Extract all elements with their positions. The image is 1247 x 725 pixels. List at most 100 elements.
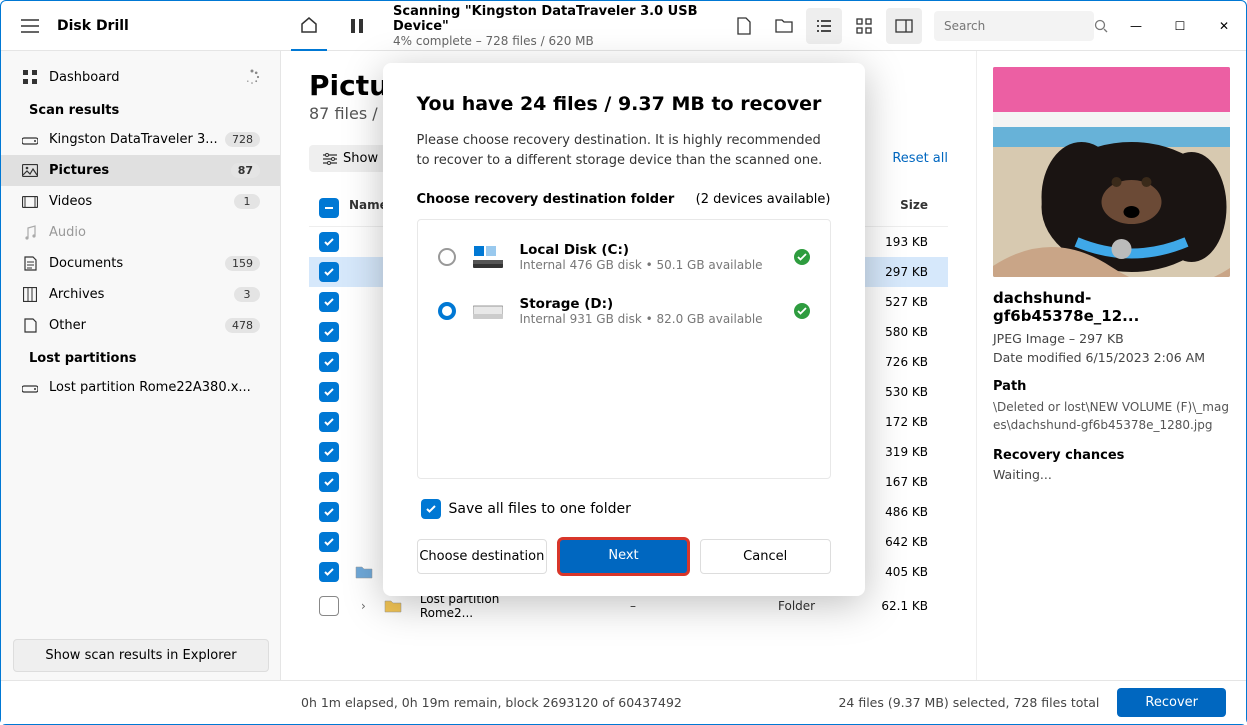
device-sub: Internal 931 GB disk • 82.0 GB available	[520, 312, 778, 326]
row-checkbox[interactable]	[319, 232, 339, 252]
row-checkbox[interactable]	[319, 292, 339, 312]
archives-badge: 3	[234, 287, 260, 302]
radio-selected[interactable]	[438, 302, 456, 320]
device-label: Kingston DataTraveler 3...	[49, 132, 218, 147]
preview-chances-head: Recovery chances	[993, 448, 1230, 463]
audio-label: Audio	[49, 225, 86, 240]
preview-path: \Deleted or lost\NEW VOLUME (F)\_mages\d…	[993, 398, 1230, 434]
app-name: Disk Drill	[57, 18, 129, 34]
status-right: 24 files (9.37 MB) selected, 728 files t…	[838, 695, 1099, 710]
recover-button[interactable]: Recover	[1117, 688, 1226, 717]
device-name: Local Disk (C:)	[520, 242, 778, 258]
sidebar-item-archives[interactable]: Archives 3	[1, 279, 280, 310]
pause-button[interactable]	[339, 8, 375, 44]
search-box[interactable]	[934, 11, 1094, 41]
home-button[interactable]	[291, 1, 327, 51]
row-checkbox[interactable]	[319, 382, 339, 402]
row-size: 726 KB	[858, 355, 948, 369]
row-size: 193 KB	[858, 235, 948, 249]
dashboard-label: Dashboard	[49, 70, 120, 85]
pictures-badge: 87	[231, 163, 260, 178]
videos-label: Videos	[49, 194, 92, 209]
device-row-d[interactable]: Storage (D:) Internal 931 GB disk • 82.0…	[418, 284, 830, 338]
row-size: 297 KB	[858, 265, 948, 279]
sidebar-item-documents[interactable]: Documents 159	[1, 248, 280, 279]
save-all-checkbox[interactable]	[421, 499, 441, 519]
search-input[interactable]	[944, 19, 1094, 33]
video-icon	[21, 196, 39, 208]
select-all-checkbox[interactable]	[319, 198, 339, 218]
documents-label: Documents	[49, 256, 123, 271]
preview-pane: dachshund-gf6b45378e_12... JPEG Image – …	[976, 51, 1246, 680]
row-checkbox[interactable]	[319, 502, 339, 522]
row-checkbox[interactable]	[319, 472, 339, 492]
row-checkbox[interactable]	[319, 262, 339, 282]
cancel-button[interactable]: Cancel	[700, 539, 831, 574]
lost-partition-label: Lost partition Rome22A380.x...	[49, 380, 251, 395]
archives-label: Archives	[49, 287, 104, 302]
preview-type: JPEG Image – 297 KB	[993, 331, 1230, 346]
sidebar: Dashboard Scan results Kingston DataTrav…	[1, 51, 281, 680]
close-button[interactable]: ✕	[1202, 11, 1246, 41]
disk-icon	[472, 245, 504, 269]
sidebar-item-pictures[interactable]: Pictures 87	[1, 155, 280, 186]
other-icon	[21, 318, 39, 333]
hamburger-icon[interactable]	[21, 19, 39, 33]
row-size: 167 KB	[858, 475, 948, 489]
preview-chances: Waiting...	[993, 467, 1230, 482]
row-size: 405 KB	[858, 565, 948, 579]
minimize-button[interactable]: —	[1114, 11, 1158, 41]
show-in-explorer-button[interactable]: Show scan results in Explorer	[13, 639, 269, 672]
folder-icon	[384, 599, 402, 613]
row-size: 172 KB	[858, 415, 948, 429]
save-all-label: Save all files to one folder	[449, 501, 631, 517]
row-checkbox[interactable]	[319, 412, 339, 432]
device-row-c[interactable]: Local Disk (C:) Internal 476 GB disk • 5…	[418, 230, 830, 284]
device-name: Storage (D:)	[520, 296, 778, 312]
folder-icon	[355, 565, 373, 579]
scan-subtitle: 4% complete – 728 files / 620 MB	[393, 34, 714, 48]
folder-icon[interactable]	[766, 8, 802, 44]
device-badge: 728	[225, 132, 260, 147]
row-size: 642 KB	[858, 535, 948, 549]
sidebar-item-device[interactable]: Kingston DataTraveler 3... 728	[1, 124, 280, 155]
row-checkbox[interactable]	[319, 596, 339, 616]
sidebar-item-videos[interactable]: Videos 1	[1, 186, 280, 217]
grid-icon	[21, 70, 39, 84]
col-size[interactable]: Size	[858, 198, 948, 218]
spinner-icon	[244, 69, 260, 85]
sidebar-item-dashboard[interactable]: Dashboard	[1, 61, 280, 93]
status-left: 0h 1m elapsed, 0h 19m remain, block 2693…	[301, 695, 682, 710]
other-label: Other	[49, 318, 86, 333]
radio-unselected[interactable]	[438, 248, 456, 266]
reset-all-link[interactable]: Reset all	[892, 151, 948, 166]
sidebar-item-other[interactable]: Other 478	[1, 310, 280, 341]
other-badge: 478	[225, 318, 260, 333]
check-icon	[794, 249, 810, 265]
row-checkbox[interactable]	[319, 322, 339, 342]
row-size: 527 KB	[858, 295, 948, 309]
row-size: 486 KB	[858, 505, 948, 519]
sidebar-section-scan: Scan results	[1, 93, 280, 124]
chevron-right-icon[interactable]: ›	[361, 599, 366, 613]
list-view-icon[interactable]	[806, 8, 842, 44]
row-checkbox[interactable]	[319, 532, 339, 552]
preview-path-head: Path	[993, 379, 1230, 394]
disk-icon	[472, 299, 504, 323]
maximize-button[interactable]: ☐	[1158, 11, 1202, 41]
videos-badge: 1	[234, 194, 260, 209]
sidebar-item-lost-partition[interactable]: Lost partition Rome22A380.x...	[1, 372, 280, 403]
row-checkbox[interactable]	[319, 562, 339, 582]
drive-icon	[21, 383, 39, 393]
drive-icon	[21, 135, 39, 145]
sidebar-item-audio[interactable]: Audio	[1, 217, 280, 248]
choose-destination-button[interactable]: Choose destination	[417, 539, 548, 574]
file-icon[interactable]	[726, 8, 762, 44]
row-checkbox[interactable]	[319, 352, 339, 372]
panel-view-icon[interactable]	[886, 8, 922, 44]
next-button[interactable]: Next	[559, 539, 688, 574]
filter-show-button[interactable]: Show	[309, 145, 392, 172]
recovery-dialog: You have 24 files / 9.37 MB to recover P…	[383, 63, 865, 596]
grid-view-icon[interactable]	[846, 8, 882, 44]
row-checkbox[interactable]	[319, 442, 339, 462]
